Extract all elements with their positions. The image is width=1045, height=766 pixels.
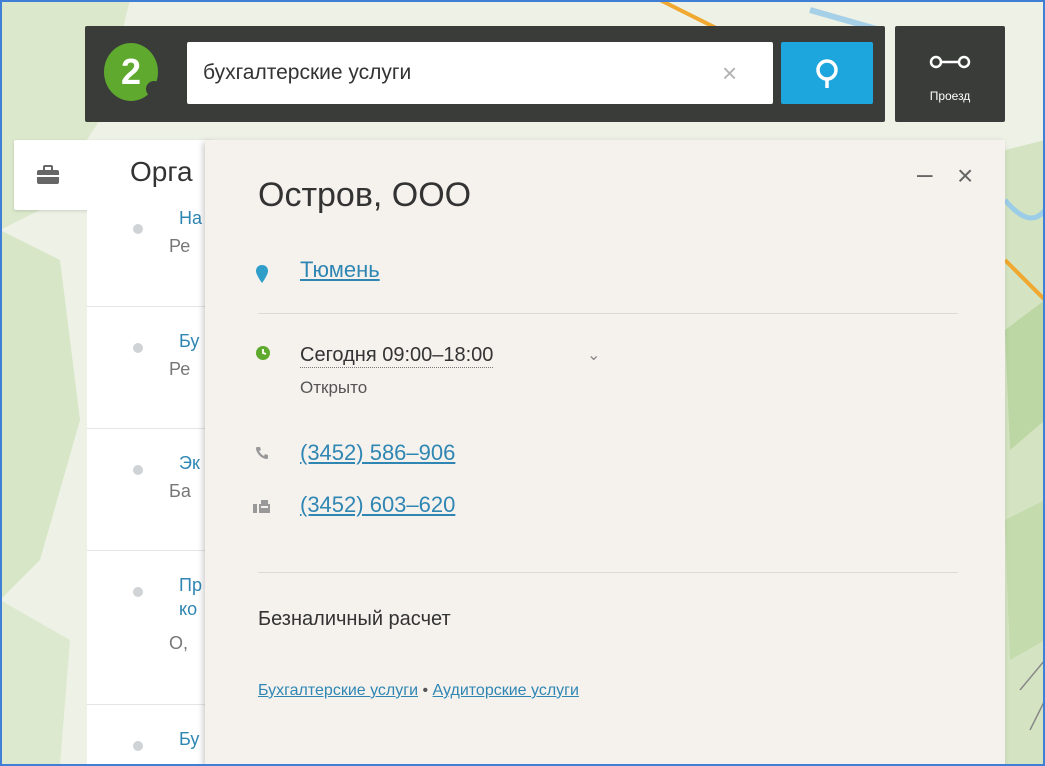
- location-pin-icon: [256, 265, 268, 283]
- results-list: На Ре Бу Ре Эк Ба Пр ко О, Бу: [87, 210, 217, 766]
- divider: [258, 313, 958, 314]
- result-subtitle: Ре: [169, 359, 191, 379]
- search-query[interactable]: бухгалтерские услуги: [203, 42, 411, 104]
- chevron-down-icon[interactable]: ⌄: [587, 345, 600, 365]
- divider: [258, 572, 958, 573]
- bullet-icon: [133, 343, 143, 353]
- route-button[interactable]: Проезд: [895, 26, 1005, 122]
- card-title: Остров, ООО: [258, 176, 472, 214]
- clear-icon[interactable]: ×: [722, 42, 737, 104]
- list-item[interactable]: Пр ко О,: [87, 550, 217, 705]
- bullet-icon: [133, 587, 143, 597]
- result-subtitle: О,: [169, 633, 189, 653]
- tab-label: Орга: [130, 156, 193, 187]
- clock-icon: [256, 346, 270, 360]
- result-title[interactable]: На: [179, 210, 202, 229]
- result-title[interactable]: Пр: [179, 575, 202, 596]
- minimize-icon[interactable]: –: [917, 158, 933, 190]
- result-title[interactable]: Эк: [179, 453, 200, 474]
- list-item[interactable]: Бу Ре: [87, 306, 217, 429]
- category-link-audit[interactable]: Аудиторские услуги: [433, 682, 579, 699]
- search-bar: 2 бухгалтерские услуги ×: [85, 26, 885, 122]
- working-hours-toggle[interactable]: Сегодня 09:00–18:00: [300, 344, 494, 368]
- category-link-accounting[interactable]: Бухгалтерские услуги: [258, 682, 418, 699]
- search-button[interactable]: [781, 42, 873, 104]
- result-title[interactable]: Бу: [179, 729, 199, 750]
- fax-icon: [253, 500, 270, 513]
- list-item[interactable]: На Ре: [87, 210, 217, 306]
- result-subtitle: Ре: [169, 236, 191, 256]
- tab-organizations[interactable]: Орга: [14, 140, 214, 210]
- bullet-icon: [133, 741, 143, 751]
- result-title-line2[interactable]: ко: [179, 599, 197, 620]
- organization-card: Остров, ООО – × Тюмень Сегодня 09:00–18:…: [205, 140, 1005, 766]
- list-item[interactable]: Бу: [87, 704, 217, 766]
- open-status: Открыто: [300, 378, 368, 397]
- category-links: Бухгалтерские услуги • Аудиторские услуг…: [258, 682, 579, 700]
- fax-link[interactable]: (3452) 603–620: [300, 492, 455, 518]
- bullet-icon: [133, 224, 143, 234]
- route-icon: [929, 55, 971, 69]
- phone-link[interactable]: (3452) 586–906: [300, 440, 455, 466]
- list-item[interactable]: Эк Ба: [87, 428, 217, 551]
- result-title[interactable]: Бу: [179, 331, 199, 352]
- app-logo[interactable]: 2: [104, 43, 162, 101]
- category-separator: •: [418, 682, 433, 699]
- close-icon[interactable]: ×: [957, 160, 973, 192]
- briefcase-icon: [37, 165, 59, 184]
- result-subtitle: Ба: [169, 481, 191, 501]
- bullet-icon: [133, 465, 143, 475]
- route-label: Проезд: [929, 89, 971, 103]
- city-link[interactable]: Тюмень: [300, 257, 380, 283]
- phone-icon: [256, 447, 268, 459]
- search-icon: [816, 59, 838, 88]
- search-input[interactable]: бухгалтерские услуги ×: [187, 42, 773, 104]
- payment-method: Безналичный расчет: [258, 608, 451, 630]
